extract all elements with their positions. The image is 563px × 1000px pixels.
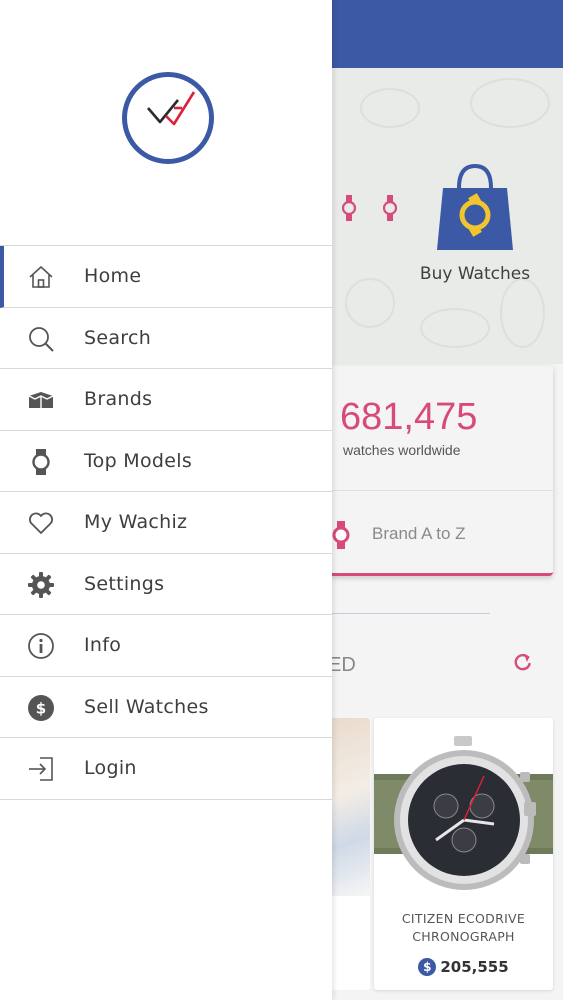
watch-check-logo-icon[interactable] — [120, 70, 216, 166]
menu-item-label: Top Models — [84, 449, 193, 472]
brand-a-to-z-link[interactable]: Brand A to Z — [372, 524, 466, 544]
navigation-drawer: Home Search Brands Top Models My Wachiz … — [0, 0, 332, 1000]
menu-item-home[interactable]: Home — [0, 246, 332, 308]
watch-icon — [32, 448, 50, 475]
section-title: ED — [328, 654, 356, 676]
price-value: 205,555 — [440, 958, 509, 976]
watch-count-caption: watches worldwide — [343, 442, 461, 458]
watch-icon — [383, 195, 397, 221]
refresh-icon[interactable] — [513, 652, 533, 672]
svg-text:$: $ — [36, 699, 46, 717]
menu-item-search[interactable]: Search — [0, 308, 332, 369]
menu-item-brands[interactable]: Brands — [0, 369, 332, 431]
product-name-line: CHRONOGRAPH — [412, 929, 515, 944]
menu-item-info[interactable]: Info — [0, 615, 332, 677]
product-image — [374, 736, 553, 890]
drawer-menu: Home Search Brands Top Models My Wachiz … — [0, 245, 332, 800]
stats-card: 681,475 watches worldwide Brand A to Z — [300, 366, 553, 576]
buy-watches-label[interactable]: Buy Watches — [400, 264, 550, 284]
watch-count: 681,475 — [340, 396, 478, 438]
login-icon — [29, 757, 53, 781]
menu-item-top-models[interactable]: Top Models — [0, 431, 332, 492]
product-card[interactable]: CITIZEN ECODRIVE CHRONOGRAPH $205,555 — [374, 718, 553, 990]
dollar-icon: $ — [28, 694, 54, 721]
search-icon — [29, 326, 54, 352]
product-name-line: CITIZEN ECODRIVE — [401, 911, 526, 926]
heart-icon — [29, 512, 53, 534]
box-icon — [28, 392, 54, 408]
menu-item-label: My Wachiz — [84, 511, 188, 533]
product-price: $205,555 — [374, 958, 553, 976]
watch-icon — [342, 195, 356, 221]
divider — [320, 613, 490, 614]
menu-item-label: Settings — [84, 572, 165, 595]
menu-item-label: Brands — [84, 388, 153, 410]
info-icon — [28, 633, 54, 659]
gear-icon — [28, 571, 54, 598]
home-icon — [29, 266, 53, 288]
menu-item-sell-watches[interactable]: $ Sell Watches — [0, 677, 332, 738]
menu-item-label: Sell Watches — [84, 695, 209, 718]
menu-item-label: Login — [84, 757, 137, 779]
menu-item-my-wachiz[interactable]: My Wachiz — [0, 492, 332, 554]
menu-item-label: Search — [84, 326, 152, 349]
watch-icon — [332, 521, 350, 549]
shopping-bag-watch-icon[interactable] — [437, 162, 513, 250]
product-name: CITIZEN ECODRIVE CHRONOGRAPH — [382, 910, 545, 946]
dollar-icon: $ — [418, 958, 437, 976]
divider — [300, 490, 553, 491]
menu-item-settings[interactable]: Settings — [0, 554, 332, 615]
menu-item-login[interactable]: Login — [0, 738, 332, 800]
menu-item-label: Info — [84, 634, 122, 656]
menu-item-label: Home — [84, 265, 142, 287]
